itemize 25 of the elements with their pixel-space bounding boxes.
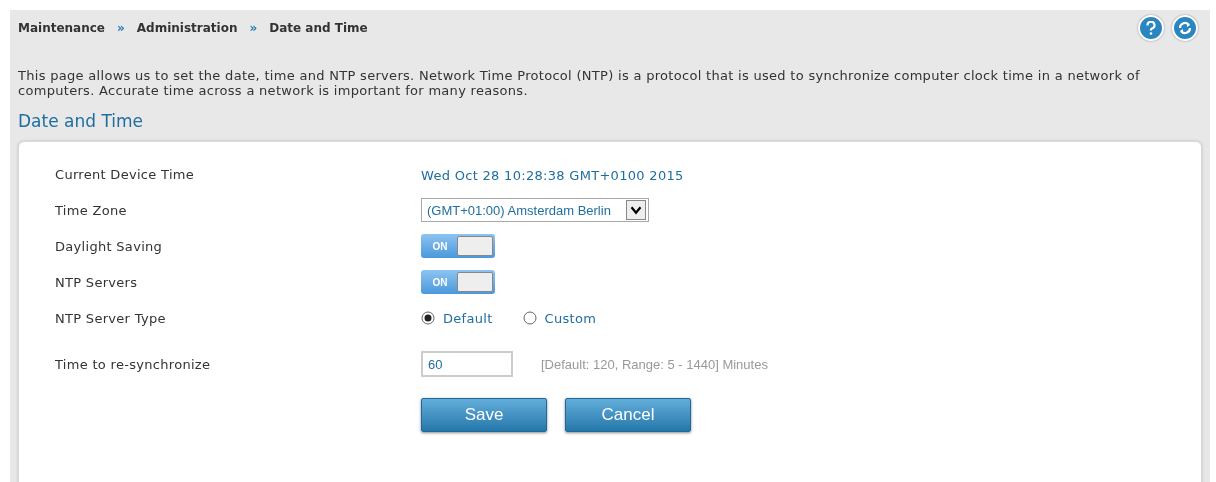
page-description: This page allows us to set the date, time and NTP servers. Network Time Protocol (NTP) is a protocol that is used to synchronize computer clock time in a network of computers. Accurate time across a network is important for many reasons. xyxy=(18,68,1141,98)
radio-option[interactable]: Custom xyxy=(522,310,597,326)
cancel-button[interactable]: Cancel xyxy=(565,398,691,432)
radio-option[interactable]: Default xyxy=(421,310,493,326)
help-icon[interactable] xyxy=(1138,15,1164,41)
field-label: Daylight Saving xyxy=(55,238,164,254)
save-button[interactable]: Save xyxy=(421,398,547,432)
range-hint: [Default: 120, Range: 5 - 1440] Minutes xyxy=(541,356,768,372)
input-field[interactable]: 60 xyxy=(421,351,513,377)
breadcrumb-separator: » xyxy=(249,21,258,35)
section-title: Date and Time xyxy=(18,111,145,131)
device-time-value: Wed Oct 28 10:28:38 GMT+0100 2015 xyxy=(421,167,684,183)
refresh-icon[interactable] xyxy=(1172,15,1198,41)
breadcrumb-item[interactable]: Maintenance xyxy=(18,21,105,35)
breadcrumb-item: Date and Time xyxy=(269,21,368,35)
field-label: Time Zone xyxy=(55,202,128,218)
field-label: NTP Servers xyxy=(55,274,139,290)
field-label: Current Device Time xyxy=(55,166,196,182)
breadcrumb-item[interactable]: Administration xyxy=(136,21,238,35)
time-zone-dropdown[interactable]: (GMT+01:00) Amsterdam Berlin xyxy=(421,198,649,222)
breadcrumb-separator: » xyxy=(117,21,125,35)
radio-icon[interactable] xyxy=(522,311,537,325)
field-label: NTP Server Type xyxy=(55,310,167,326)
radio-icon[interactable] xyxy=(421,311,435,325)
field-label: Time to re-synchronize xyxy=(55,356,212,372)
